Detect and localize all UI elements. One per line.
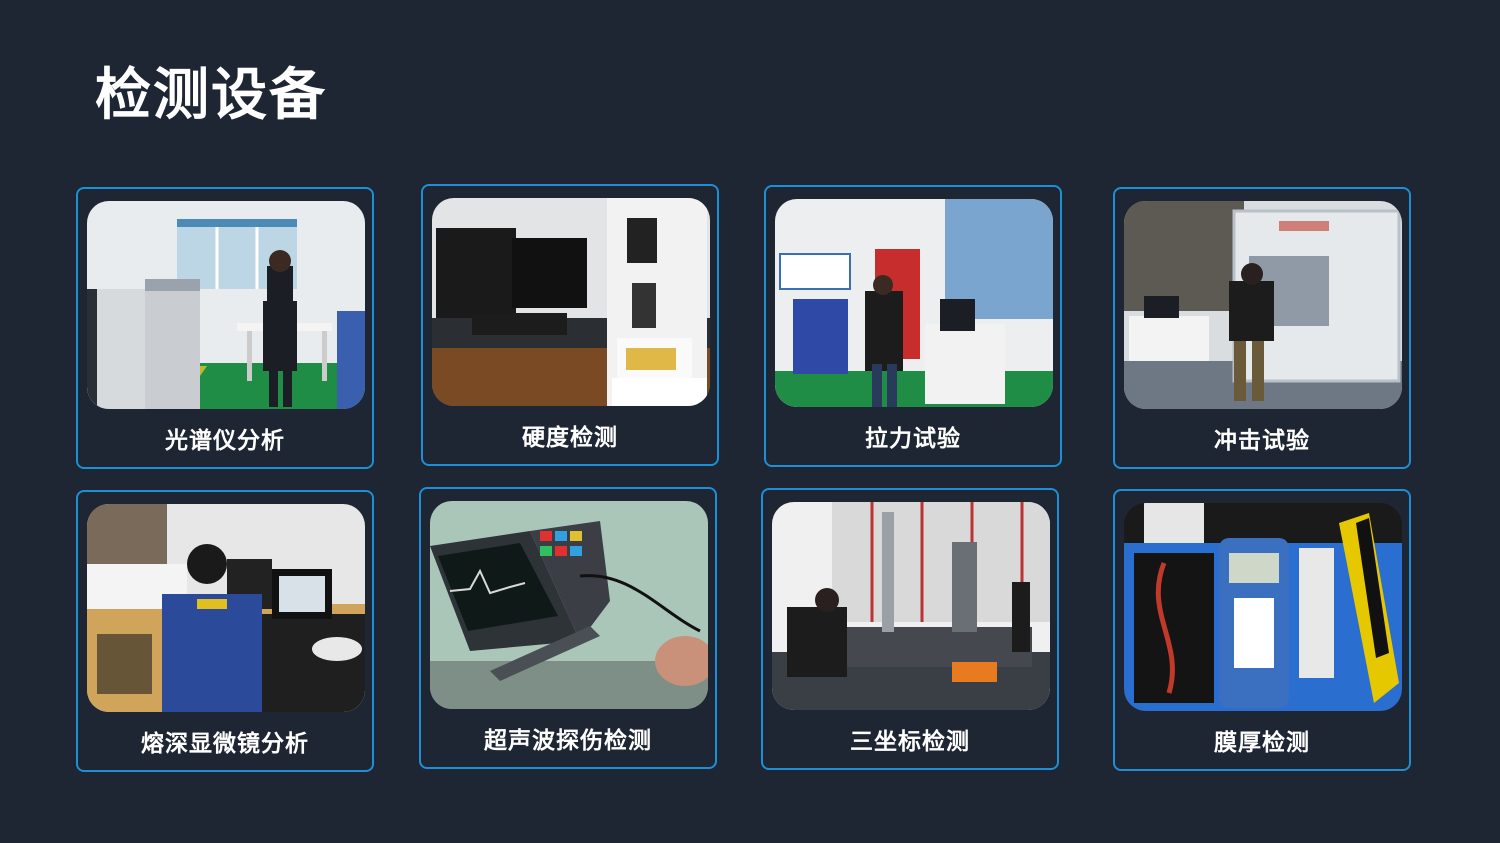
card-label: 熔深显微镜分析 <box>141 731 309 757</box>
card-label: 三坐标检测 <box>850 729 970 755</box>
spectrometer-photo <box>87 201 365 409</box>
impact-tester-photo <box>1124 201 1402 409</box>
card-microscope[interactable]: 熔深显微镜分析 <box>76 490 374 772</box>
card-impact[interactable]: 冲击试验 <box>1113 187 1411 469</box>
tensile-tester-photo <box>775 199 1053 407</box>
card-ultrasonic[interactable]: 超声波探伤检测 <box>419 487 717 769</box>
thickness-gauge-photo <box>1124 503 1402 711</box>
card-label: 冲击试验 <box>1214 428 1310 454</box>
card-hardness[interactable]: 硬度检测 <box>421 184 719 466</box>
cmm-photo <box>772 502 1050 710</box>
card-label: 光谱仪分析 <box>165 428 285 454</box>
card-label: 超声波探伤检测 <box>484 728 652 754</box>
card-thickness[interactable]: 膜厚检测 <box>1113 489 1411 771</box>
microscope-photo <box>87 504 365 712</box>
ultrasonic-flaw-detector-photo <box>430 501 708 709</box>
card-spectrometer[interactable]: 光谱仪分析 <box>76 187 374 469</box>
card-label: 膜厚检测 <box>1214 730 1310 756</box>
hardness-tester-photo <box>432 198 710 406</box>
card-label: 硬度检测 <box>522 425 618 451</box>
card-label: 拉力试验 <box>865 426 961 452</box>
card-cmm[interactable]: 三坐标检测 <box>761 488 1059 770</box>
page-title: 检测设备 <box>95 63 327 128</box>
card-tensile[interactable]: 拉力试验 <box>764 185 1062 467</box>
